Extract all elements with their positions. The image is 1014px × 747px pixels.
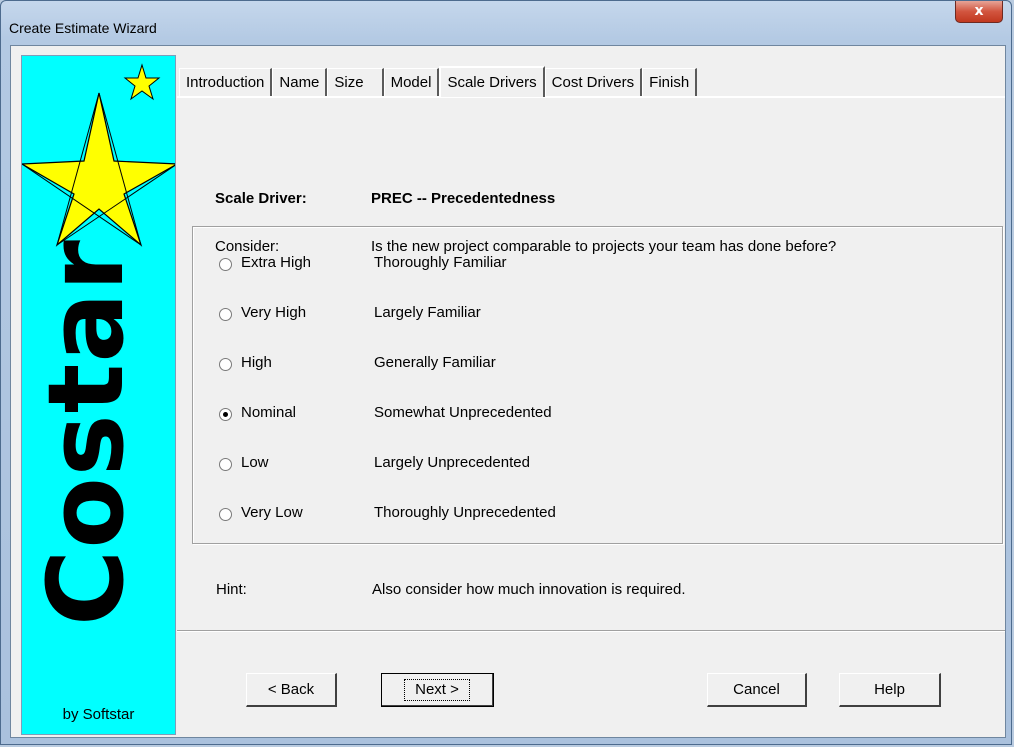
radio-button[interactable] <box>219 508 232 521</box>
option-very-low[interactable]: Very Low Thoroughly Unprecedented <box>193 504 1002 528</box>
option-level[interactable]: Very Low <box>241 504 303 521</box>
window-title: Create Estimate Wizard <box>9 20 157 36</box>
option-description: Largely Unprecedented <box>374 454 530 471</box>
option-description: Somewhat Unprecedented <box>374 404 552 421</box>
cancel-button[interactable]: Cancel <box>707 673 807 707</box>
radio-button[interactable] <box>219 358 232 371</box>
option-description: Thoroughly Unprecedented <box>374 504 556 521</box>
close-button[interactable]: x <box>955 1 1003 23</box>
option-low[interactable]: Low Largely Unprecedented <box>193 454 1002 478</box>
option-description: Thoroughly Familiar <box>374 254 507 271</box>
radio-button[interactable] <box>219 458 232 471</box>
brand-sidebar: Costar by Softstar <box>21 55 176 735</box>
next-button-label: Next > <box>404 678 470 701</box>
tab-cost-drivers[interactable]: Cost Drivers <box>544 68 643 96</box>
scale-driver-label: Scale Driver: <box>215 190 307 207</box>
next-button[interactable]: Next > <box>381 673 494 707</box>
option-description: Largely Familiar <box>374 304 481 321</box>
wizard-window: Create Estimate Wizard x Costar by Softs… <box>0 0 1012 745</box>
small-star-icon <box>123 63 161 101</box>
option-extra-high[interactable]: Extra High Thoroughly Familiar <box>193 254 1002 278</box>
hint-label: Hint: <box>216 581 247 598</box>
option-high[interactable]: High Generally Familiar <box>193 354 1002 378</box>
option-level[interactable]: Very High <box>241 304 306 321</box>
option-level[interactable]: Low <box>241 454 269 471</box>
hint-text: Also consider how much innovation is req… <box>372 581 686 598</box>
tab-model[interactable]: Model <box>383 68 440 96</box>
option-level[interactable]: High <box>241 354 272 371</box>
tab-scale-drivers[interactable]: Scale Drivers <box>439 66 545 97</box>
brand-byline: by Softstar <box>62 706 135 723</box>
large-star-icon <box>22 92 175 247</box>
option-level[interactable]: Nominal <box>241 404 296 421</box>
radio-button[interactable] <box>219 308 232 321</box>
brand-logo-text: Costar <box>25 239 147 626</box>
option-description: Generally Familiar <box>374 354 496 371</box>
button-divider <box>177 630 1005 632</box>
tab-introduction[interactable]: Introduction <box>179 68 273 96</box>
rating-options-group: Extra High Thoroughly Familiar Very High… <box>192 226 1003 544</box>
tab-name[interactable]: Name <box>272 68 328 96</box>
option-nominal[interactable]: Nominal Somewhat Unprecedented <box>193 404 1002 428</box>
option-level[interactable]: Extra High <box>241 254 311 271</box>
back-button[interactable]: < Back <box>246 673 337 707</box>
radio-button-selected[interactable] <box>219 408 232 421</box>
wizard-tabs: Introduction Name Size Model Scale Drive… <box>179 66 698 97</box>
title-bar[interactable]: Create Estimate Wizard x <box>1 1 1011 45</box>
radio-button[interactable] <box>219 258 232 271</box>
scale-driver-value: PREC -- Precedentedness <box>371 190 556 207</box>
option-very-high[interactable]: Very High Largely Familiar <box>193 304 1002 328</box>
tab-size[interactable]: Size <box>327 68 384 96</box>
help-button[interactable]: Help <box>839 673 941 707</box>
tab-finish[interactable]: Finish <box>642 68 698 96</box>
close-icon: x <box>974 3 984 19</box>
wizard-client-area: Costar by Softstar Introduction Name Siz… <box>10 45 1006 738</box>
